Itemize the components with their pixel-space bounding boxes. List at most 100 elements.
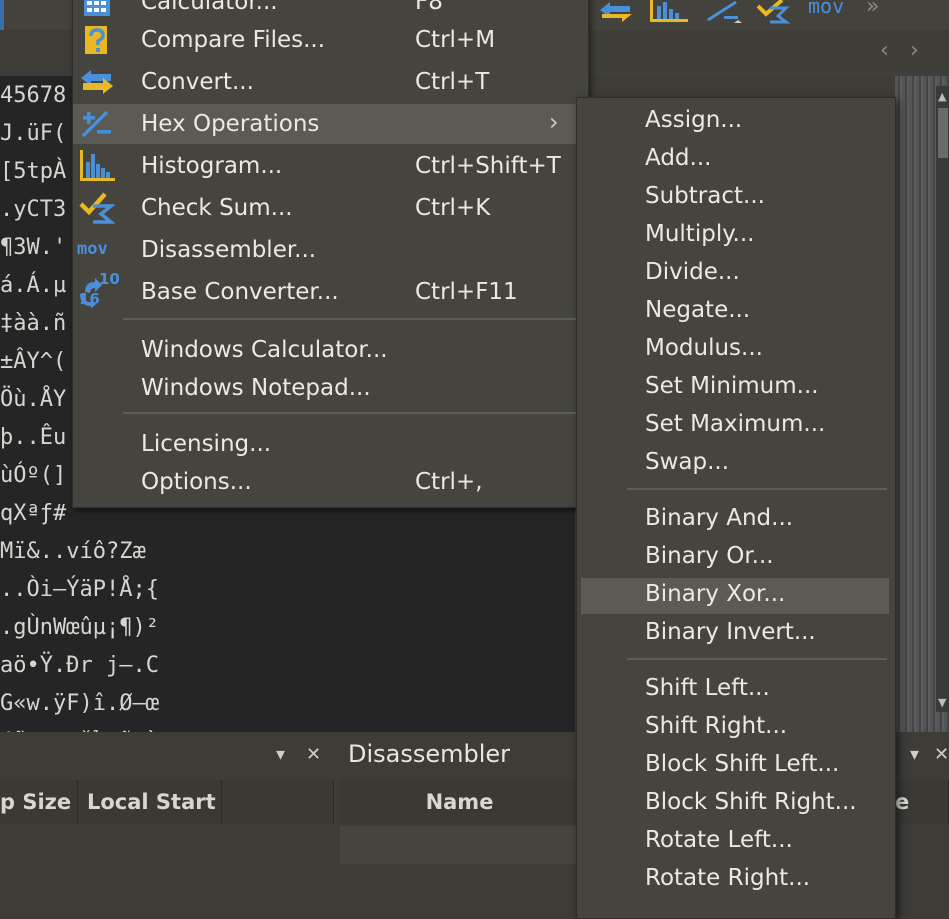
hex-text-line: .gÙnWœûµ¡¶)² — [0, 615, 159, 640]
column-header-size[interactable]: p Size — [0, 780, 78, 824]
column-header-name[interactable]: Name — [340, 780, 580, 824]
menu-item-compare-files-shortcut: Ctrl+M — [415, 27, 496, 53]
hex-text-line: Mï&..víô?Zæ — [0, 539, 146, 564]
submenu-item-set-minimum[interactable]: Set Minimum... — [581, 370, 889, 406]
column-header-extra-label: e — [895, 790, 910, 814]
submenu-item-negate[interactable]: Negate... — [581, 294, 889, 330]
submenu-item-binary-or[interactable]: Binary Or... — [581, 540, 889, 576]
submenu-item-assign[interactable]: Assign... — [581, 104, 889, 140]
menu-separator — [123, 412, 583, 414]
menu-item-windows-calculator[interactable]: Windows Calculator... — [73, 330, 588, 370]
hex-operations-icon[interactable] — [704, 0, 744, 24]
panel2-dropdown-icon[interactable]: ▾ — [910, 744, 919, 765]
submenu-item-block-shift-left[interactable]: Block Shift Left... — [581, 748, 889, 784]
submenu-item-modulus-label: Modulus... — [645, 335, 763, 361]
menu-item-licensing[interactable]: Licensing... — [73, 424, 588, 464]
check-sum-icon — [79, 192, 115, 224]
submenu-item-rotate-left[interactable]: Rotate Left... — [581, 824, 889, 860]
table-row[interactable] — [340, 826, 580, 864]
submenu-item-subtract-label: Subtract... — [645, 183, 765, 209]
menu-item-check-sum-shortcut: Ctrl+K — [415, 195, 491, 221]
submenu-item-binary-xor-label: Binary Xor... — [645, 581, 786, 607]
menu-item-licensing-label: Licensing... — [141, 431, 272, 457]
menu-item-compare-files-label: Compare Files... — [141, 27, 326, 53]
menu-item-options-label: Options... — [141, 469, 252, 495]
submenu-arrow-icon: › — [549, 108, 559, 136]
submenu-item-rotate-right[interactable]: Rotate Right... — [581, 862, 889, 898]
menu-item-windows-notepad[interactable]: Windows Notepad... — [73, 368, 588, 408]
menu-item-windows-calculator-label: Windows Calculator... — [141, 337, 388, 363]
scrollbar-thumb[interactable] — [938, 108, 948, 158]
submenu-item-binary-xor[interactable]: Binary Xor... — [581, 578, 889, 614]
histogram-icon[interactable] — [648, 0, 690, 24]
menu-item-base-converter-shortcut: Ctrl+F11 — [415, 279, 518, 305]
hex-text-line: G«w.ÿF)î.Ø—œ — [0, 691, 159, 716]
submenu-item-shift-right[interactable]: Shift Right... — [581, 710, 889, 746]
submenu-item-subtract[interactable]: Subtract... — [581, 180, 889, 216]
column-header-size-label: p Size — [0, 790, 72, 814]
menu-item-convert[interactable]: Convert... Ctrl+T — [73, 62, 588, 102]
submenu-item-binary-and[interactable]: Binary And... — [581, 502, 889, 538]
panel-close-icon[interactable]: ✕ — [306, 744, 321, 765]
hex-text-line: ..Òi—ÝäP!Å;{ — [0, 577, 159, 602]
menu-item-windows-notepad-label: Windows Notepad... — [141, 375, 371, 401]
menu-item-options-shortcut: Ctrl+, — [415, 469, 483, 495]
submenu-item-set-maximum[interactable]: Set Maximum... — [581, 408, 889, 444]
submenu-item-rotate-right-label: Rotate Right... — [645, 865, 811, 891]
submenu-item-block-shift-right[interactable]: Block Shift Right... — [581, 786, 889, 822]
submenu-item-divide-label: Divide... — [645, 259, 740, 285]
submenu-item-binary-and-label: Binary And... — [645, 505, 794, 531]
menu-item-convert-shortcut: Ctrl+T — [415, 69, 490, 95]
mov-toolbar-label[interactable]: mov — [808, 0, 844, 18]
menu-item-calculator[interactable]: Calculator... F8 — [73, 0, 588, 22]
column-header-empty — [222, 780, 334, 824]
column-header-local-start-label: Local Start — [87, 790, 216, 814]
submenu-item-multiply-label: Multiply... — [645, 221, 755, 247]
menu-item-hex-operations[interactable]: Hex Operations › — [73, 104, 588, 144]
base-converter-label-10: 10 — [99, 270, 120, 288]
menu-item-check-sum[interactable]: Check Sum... Ctrl+K — [73, 188, 588, 228]
tab-next-button[interactable]: › — [910, 38, 919, 63]
submenu-item-binary-invert-label: Binary Invert... — [645, 619, 816, 645]
submenu-item-divide[interactable]: Divide... — [581, 256, 889, 292]
submenu-item-multiply[interactable]: Multiply... — [581, 218, 889, 254]
menu-item-histogram[interactable]: Histogram... Ctrl+Shift+T — [73, 146, 588, 186]
toolbar-overflow-button[interactable]: » — [866, 0, 879, 19]
submenu-item-modulus[interactable]: Modulus... — [581, 332, 889, 368]
submenu-item-assign-label: Assign... — [645, 107, 743, 133]
menu-item-base-converter[interactable]: 10 16 Base Converter... Ctrl+F11 — [73, 270, 588, 312]
column-header-local-start[interactable]: Local Start — [78, 780, 222, 824]
submenu-item-swap[interactable]: Swap... — [581, 446, 889, 482]
scroll-up-arrow-icon[interactable]: ▲ — [938, 90, 946, 103]
compare-files-icon — [85, 26, 107, 54]
column-header-extra[interactable]: e — [895, 780, 949, 824]
submenu-item-shift-left[interactable]: Shift Left... — [581, 672, 889, 708]
scroll-down-arrow-icon[interactable]: ▼ — [938, 696, 946, 709]
tab-strip — [586, 30, 949, 76]
menu-item-options[interactable]: Options... Ctrl+, — [73, 462, 588, 502]
menu-item-compare-files[interactable]: Compare Files... Ctrl+M — [73, 20, 588, 60]
tab-prev-button[interactable]: ‹ — [880, 38, 889, 63]
calculator-icon — [84, 0, 110, 16]
convert-icon — [81, 70, 113, 94]
submenu-item-binary-invert[interactable]: Binary Invert... — [581, 616, 889, 652]
menu-item-histogram-label: Histogram... — [141, 153, 283, 179]
submenu-item-negate-label: Negate... — [645, 297, 751, 323]
vertical-scrollbar[interactable] — [936, 86, 949, 712]
hex-text-line: aö•Ÿ.Ðr j—.C — [0, 653, 159, 678]
menu-item-convert-label: Convert... — [141, 69, 254, 95]
submenu-item-add[interactable]: Add... — [581, 142, 889, 178]
panel2-close-icon[interactable]: ✕ — [934, 744, 949, 765]
submenu-item-rotate-left-label: Rotate Left... — [645, 827, 793, 853]
check-sum-icon[interactable] — [756, 0, 796, 24]
menu-item-disassembler[interactable]: mov Disassembler... — [73, 230, 588, 270]
menu-item-disassembler-label: Disassembler... — [141, 237, 317, 263]
submenu-item-binary-or-label: Binary Or... — [645, 543, 774, 569]
disassembler-panel-title[interactable]: Disassembler — [348, 740, 510, 768]
hex-operations-submenu: Assign... Add... Subtract... Multiply...… — [576, 97, 896, 919]
convert-icon[interactable] — [596, 0, 636, 22]
panel-dropdown-icon[interactable]: ▾ — [276, 744, 285, 765]
submenu-item-shift-left-label: Shift Left... — [645, 675, 770, 701]
hex-operations-icon — [81, 110, 111, 138]
menu-item-hex-operations-label: Hex Operations — [141, 111, 320, 137]
